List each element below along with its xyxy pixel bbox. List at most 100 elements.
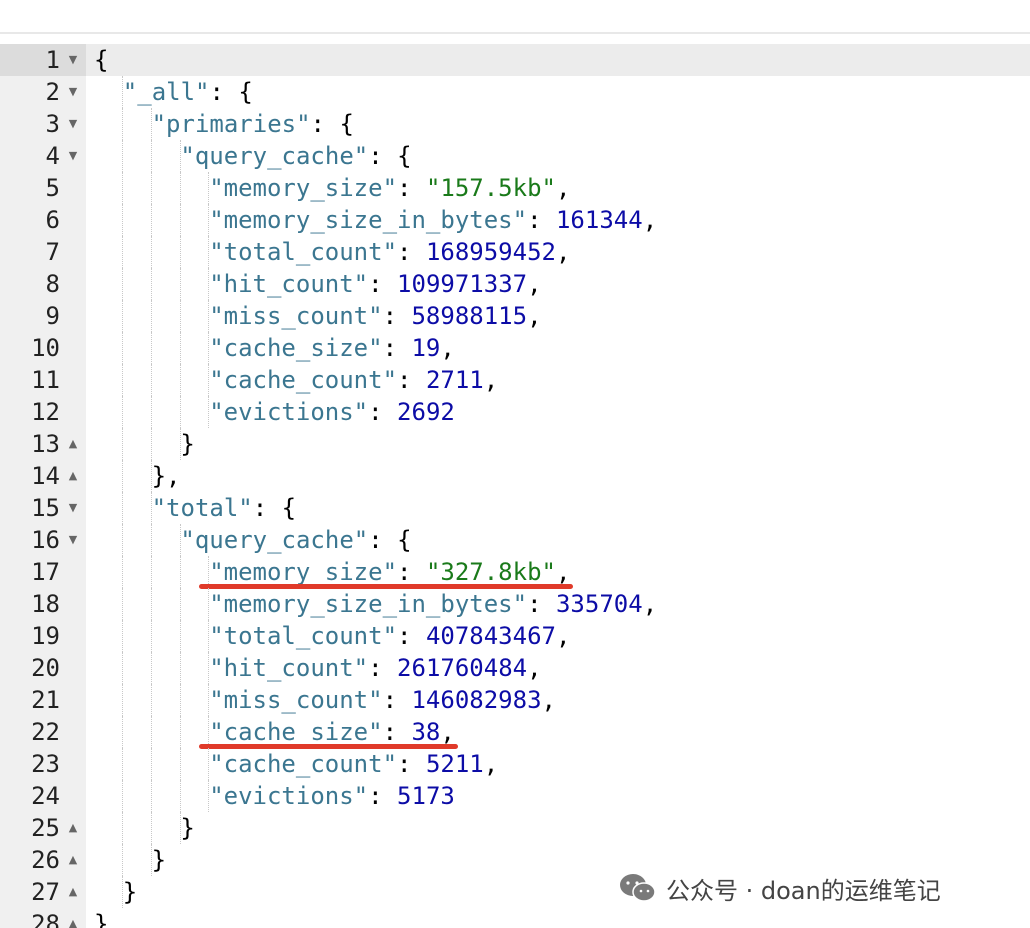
json-number-value: 335704 xyxy=(555,590,643,618)
line-number: 28 xyxy=(31,910,60,928)
code-line[interactable]: 8 "hit_count": 109971337, xyxy=(0,268,1030,300)
code-line[interactable]: 4 ▼ "query_cache": { xyxy=(0,140,1030,172)
json-punctuation: : xyxy=(368,654,398,682)
fold-arrow-down-icon[interactable]: ▼ xyxy=(67,492,79,524)
line-number: 16 xyxy=(31,526,60,554)
line-number-cell: 14 ▲ xyxy=(0,460,86,492)
code-line[interactable]: 24 "evictions": 5173 xyxy=(0,780,1030,812)
json-punctuation: : { xyxy=(209,78,253,106)
json-punctuation: : xyxy=(382,302,412,330)
json-number-value: 161344 xyxy=(555,206,643,234)
json-punctuation: : xyxy=(527,590,556,618)
watermark-text: 公众号 · doan的运维笔记 xyxy=(666,876,941,905)
json-number-value: 38 xyxy=(411,718,441,746)
indent-guide xyxy=(150,780,152,812)
code-line[interactable]: 3 ▼ "primaries": { xyxy=(0,108,1030,140)
code-line[interactable]: 23 "cache_count": 5211, xyxy=(0,748,1030,780)
fold-arrow-down-icon[interactable]: ▼ xyxy=(67,44,79,76)
indent-guide xyxy=(179,812,181,844)
line-number-cell: 20 xyxy=(0,652,86,684)
code-line[interactable]: 18 "memory_size_in_bytes": 335704, xyxy=(0,588,1030,620)
code-line[interactable]: 12 "evictions": 2692 xyxy=(0,396,1030,428)
indent-guide xyxy=(122,652,123,684)
indent-guide xyxy=(179,620,181,652)
line-number: 19 xyxy=(31,622,60,650)
line-number: 12 xyxy=(31,398,60,426)
json-punctuation: : xyxy=(368,398,398,426)
fold-arrow-down-icon[interactable]: ▼ xyxy=(67,140,79,172)
fold-arrow-up-icon[interactable]: ▲ xyxy=(67,908,79,928)
code-line[interactable]: 14 ▲}, xyxy=(0,460,1030,492)
code-line[interactable]: 15 ▼ "total": { xyxy=(0,492,1030,524)
code-line[interactable]: 6 "memory_size_in_bytes": 161344, xyxy=(0,204,1030,236)
json-number-value: 5173 xyxy=(397,782,455,810)
fold-arrow-down-icon[interactable]: ▼ xyxy=(67,108,79,140)
indent-guide xyxy=(150,332,152,364)
code-line[interactable]: 28 ▲} xyxy=(0,908,1030,928)
indent-guide xyxy=(150,428,152,460)
json-punctuation: , xyxy=(555,558,571,586)
indent-guide xyxy=(208,172,210,204)
indent-guide xyxy=(150,844,152,876)
fold-arrow-down-icon[interactable]: ▼ xyxy=(67,524,79,556)
indent-guide xyxy=(179,300,181,332)
code-line[interactable]: 5 "memory_size": "157.5kb", xyxy=(0,172,1030,204)
fold-arrow-up-icon[interactable]: ▲ xyxy=(67,428,79,460)
fold-arrow-up-icon[interactable]: ▲ xyxy=(67,844,79,876)
indent-guide xyxy=(150,812,152,844)
code-line[interactable]: 13 ▲} xyxy=(0,428,1030,460)
code-line[interactable]: 10 "cache_size": 19, xyxy=(0,332,1030,364)
code-line[interactable]: 21 "miss_count": 146082983, xyxy=(0,684,1030,716)
code-line[interactable]: 9 "miss_count": 58988115, xyxy=(0,300,1030,332)
code-line[interactable]: 7 "total_count": 168959452, xyxy=(0,236,1030,268)
code-line[interactable]: 25 ▲} xyxy=(0,812,1030,844)
json-punctuation: , xyxy=(527,654,542,682)
code-line[interactable]: 19 "total_count": 407843467, xyxy=(0,620,1030,652)
json-editor[interactable]: 1 ▼{2 ▼ "_all": {3 ▼ "primaries": {4 ▼ "query_c… xyxy=(0,44,1030,928)
code-text: "miss_count": 58988115, xyxy=(86,300,1030,332)
json-number-value: 407843467 xyxy=(425,622,556,650)
fold-arrow-up-icon[interactable]: ▲ xyxy=(67,460,79,492)
code-text: "query_cache": { xyxy=(86,524,1030,556)
json-punctuation: : xyxy=(368,270,398,298)
indent-guide xyxy=(179,588,181,620)
json-key: "query_cache" xyxy=(180,142,369,170)
indent-guide xyxy=(150,556,152,588)
line-number-cell: 4 ▼ xyxy=(0,140,86,172)
fold-arrow-up-icon[interactable]: ▲ xyxy=(67,876,79,908)
json-punctuation: : xyxy=(368,782,398,810)
code-line[interactable]: 20 "hit_count": 261760484, xyxy=(0,652,1030,684)
json-string-value: "157.5kb" xyxy=(425,174,556,202)
line-number-cell: 19 xyxy=(0,620,86,652)
line-number: 22 xyxy=(31,718,60,746)
indent-guide xyxy=(208,300,210,332)
watermark: 公众号 · doan的运维笔记 xyxy=(618,868,941,908)
json-punctuation: : { xyxy=(252,494,297,522)
json-punctuation: , xyxy=(483,366,499,394)
json-number-value: 5211 xyxy=(425,750,484,778)
json-key: "query_cache" xyxy=(180,526,369,554)
fold-arrow-down-icon[interactable]: ▼ xyxy=(67,76,79,108)
line-number: 15 xyxy=(31,494,60,522)
code-line[interactable]: 2 ▼ "_all": { xyxy=(0,76,1030,108)
line-number: 11 xyxy=(31,366,60,394)
code-line[interactable]: 16 ▼ "query_cache": { xyxy=(0,524,1030,556)
indent-guide xyxy=(179,780,181,812)
code-text: } xyxy=(86,812,1030,844)
code-line[interactable]: 22 "cache_size": 38, xyxy=(0,716,1030,748)
top-border xyxy=(0,32,1030,34)
code-line[interactable]: 1 ▼ { xyxy=(0,44,1030,76)
line-number: 7 xyxy=(45,238,60,266)
json-punctuation: : xyxy=(382,334,412,362)
indent-guide xyxy=(150,588,152,620)
json-punctuation: : xyxy=(382,718,412,746)
fold-arrow-up-icon[interactable]: ▲ xyxy=(67,812,79,844)
line-number: 23 xyxy=(31,750,60,778)
json-punctuation: , xyxy=(555,174,571,202)
json-number-value: 109971337 xyxy=(397,270,528,298)
indent-guide xyxy=(122,428,123,460)
indent-guide xyxy=(122,492,123,524)
indent-guide xyxy=(122,204,123,236)
code-line[interactable]: 11 "cache_count": 2711, xyxy=(0,364,1030,396)
line-number: 5 xyxy=(45,174,60,202)
